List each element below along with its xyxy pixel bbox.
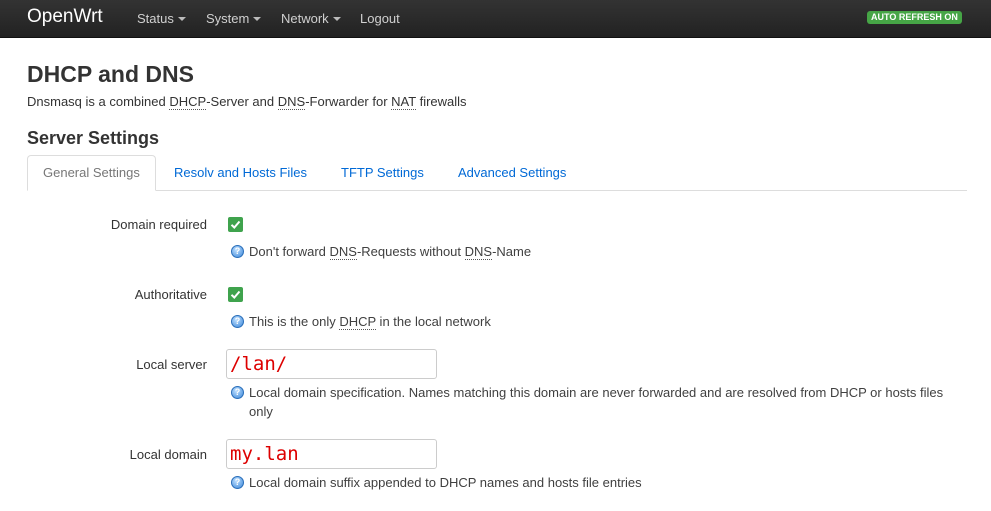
help-text: This is the only DHCP in the local netwo… xyxy=(249,312,491,331)
check-icon xyxy=(230,220,241,229)
caret-down-icon xyxy=(177,17,186,21)
domain-required-label: Domain required xyxy=(110,217,207,232)
top-navbar: OpenWrt Status System Network Logout AUT… xyxy=(0,0,991,38)
check-icon xyxy=(230,290,241,299)
section-title: Server Settings xyxy=(27,128,160,148)
nav-system-label: System xyxy=(206,11,250,26)
page-title: DHCP and DNS xyxy=(27,61,194,87)
authoritative-label: Authoritative xyxy=(134,287,207,302)
page-description: Dnsmasq is a combined DHCP-Server and DN… xyxy=(27,94,467,110)
tab-general-settings[interactable]: General Settings xyxy=(27,155,156,191)
auto-refresh-badge[interactable]: AUTO REFRESH ON xyxy=(867,11,962,24)
help-text: Local domain specification. Names matchi… xyxy=(249,385,944,419)
nav-logout-link[interactable]: Logout xyxy=(360,11,400,27)
description-text: -Server and xyxy=(206,94,278,109)
local-domain-label: Local domain xyxy=(129,447,207,462)
tab-tftp-settings[interactable]: TFTP Settings xyxy=(341,155,424,191)
nav-network-label: Network xyxy=(281,11,329,26)
help-icon: ? xyxy=(231,476,244,489)
caret-down-icon xyxy=(332,17,341,21)
help-fragment: in the local network xyxy=(375,314,491,329)
tab-resolv-hosts-files[interactable]: Resolv and Hosts Files xyxy=(174,155,307,191)
abbr-dns: DNS xyxy=(464,244,493,260)
help-text: Don't forward DNS-Requests without DNS-N… xyxy=(249,242,531,261)
local-domain-input[interactable] xyxy=(226,439,437,469)
local-server-label: Local server xyxy=(136,357,207,372)
abbr-dhcp: DHCP xyxy=(339,314,376,330)
caret-down-icon xyxy=(253,17,262,21)
help-fragment: -Name xyxy=(492,244,532,259)
help-icon: ? xyxy=(231,315,244,328)
abbr-dns: DNS xyxy=(329,244,357,260)
domain-required-checkbox[interactable] xyxy=(228,217,243,232)
nav-system-menu[interactable]: System xyxy=(206,11,262,27)
abbr-dns: DNS xyxy=(277,94,306,110)
abbr-dhcp: DHCP xyxy=(169,94,207,110)
local-server-input[interactable] xyxy=(226,349,437,379)
help-icon: ? xyxy=(231,245,244,258)
tab-advanced-settings[interactable]: Advanced Settings xyxy=(458,155,566,191)
description-text: firewalls xyxy=(415,94,467,109)
abbr-nat: NAT xyxy=(391,94,416,110)
nav-status-label: Status xyxy=(137,11,174,26)
help-text: Local domain suffix appended to DHCP nam… xyxy=(249,475,642,490)
help-fragment: Don't forward xyxy=(249,244,330,259)
nav-network-menu[interactable]: Network xyxy=(281,11,341,27)
description-text: -Forwarder for xyxy=(305,94,392,109)
authoritative-checkbox[interactable] xyxy=(228,287,243,302)
description-text: Dnsmasq is a combined xyxy=(27,94,170,109)
help-fragment: This is the only xyxy=(249,314,340,329)
help-fragment: -Requests without xyxy=(356,244,465,259)
help-icon: ? xyxy=(231,386,244,399)
nav-status-menu[interactable]: Status xyxy=(137,11,186,27)
brand-logo[interactable]: OpenWrt xyxy=(27,6,103,28)
